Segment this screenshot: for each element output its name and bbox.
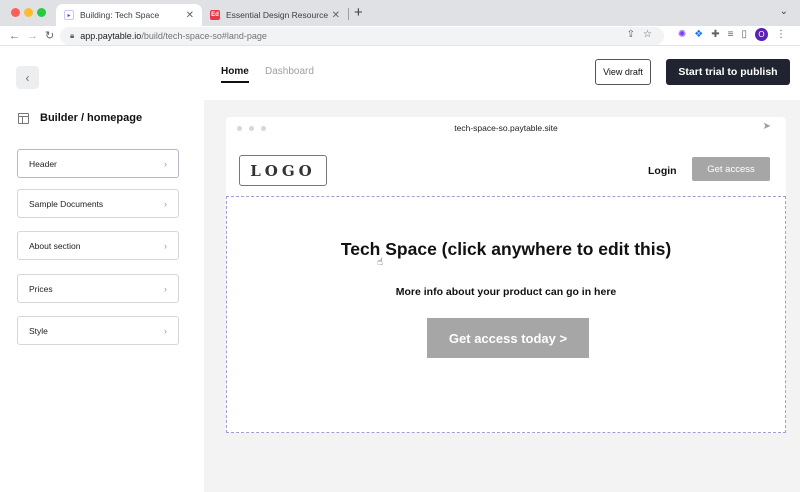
color-extension-icon[interactable]: ❖ [694, 29, 703, 40]
site-logo[interactable]: LOGO [239, 155, 327, 186]
builder-sidebar: Builder / homepage Header › Sample Docum… [0, 100, 204, 492]
tab-title: Building: Tech Space [80, 10, 160, 20]
hero-section[interactable]: Tech Space (click anywhere to edit this)… [226, 196, 786, 433]
tab-search-chevron-icon[interactable]: ⌄ [780, 6, 788, 17]
paytable-favicon-icon: ▸ [64, 10, 74, 20]
close-tab-icon[interactable]: ✕ [332, 10, 340, 21]
reading-list-icon[interactable]: ≡ [728, 29, 734, 40]
address-bar[interactable]: 🔒︎ app.paytable.io/build/tech-space-so#l… [60, 27, 664, 45]
profile-avatar[interactable]: O [755, 28, 768, 41]
sidebar-item-label: About section [29, 240, 81, 251]
tab-divider [348, 8, 349, 20]
chevron-right-icon: › [164, 158, 167, 169]
start-trial-button[interactable]: Start trial to publish [666, 59, 790, 85]
app-header: ‹ Home Dashboard View draft Start trial … [0, 46, 800, 100]
sidebar-item-label: Prices [29, 283, 53, 294]
chevron-right-icon: › [164, 198, 167, 209]
builder-title: Builder / homepage [18, 112, 142, 124]
close-window-button[interactable] [11, 8, 20, 17]
hero-title[interactable]: Tech Space (click anywhere to edit this) [227, 239, 785, 260]
browser-menu-icon[interactable]: ⋮ [776, 29, 786, 40]
bookmark-star-icon[interactable]: ☆ [643, 29, 652, 40]
sidebar-item-label: Sample Documents [29, 198, 104, 209]
new-tab-icon[interactable]: + [354, 5, 363, 21]
hero-subtitle[interactable]: More info about your product can go in h… [227, 286, 785, 298]
site-preview-frame: tech-space-so.paytable.site ➤ LOGO Login… [226, 117, 786, 433]
sidebar-item-label: Header [29, 158, 57, 169]
chevron-right-icon: › [164, 240, 167, 251]
sidebar-item-prices[interactable]: Prices › [17, 274, 179, 303]
hand-cursor-icon: ☝ [377, 257, 384, 268]
preview-url: tech-space-so.paytable.site [454, 123, 558, 133]
sidebar-item-sample-documents[interactable]: Sample Documents › [17, 189, 179, 218]
tab-home[interactable]: Home [221, 66, 249, 83]
minimize-window-button[interactable] [24, 8, 33, 17]
maximize-window-button[interactable] [37, 8, 46, 17]
tab-title: Essential Design Resources - S [226, 10, 328, 20]
forward-arrow-icon[interactable]: → [27, 28, 38, 44]
view-draft-button[interactable]: View draft [595, 59, 651, 85]
browser-tab-active[interactable]: ▸ Building: Tech Space ✕ [56, 4, 202, 26]
browser-toolbar: ← → ↻ 🔒︎ app.paytable.io/build/tech-spac… [0, 26, 800, 46]
lock-icon: 🔒︎ [70, 31, 75, 40]
back-arrow-icon[interactable]: ← [9, 28, 20, 44]
browser-tab-bar: ▸ Building: Tech Space ✕ Ed Essential De… [0, 0, 800, 26]
browser-tab[interactable]: Ed Essential Design Resources - S ✕ [202, 4, 348, 26]
site-navbar[interactable]: LOGO Login Get access [226, 152, 786, 196]
sidebar-item-header[interactable]: Header › [17, 149, 179, 178]
share-icon[interactable]: ⇪ [627, 29, 635, 40]
hero-cta-button[interactable]: Get access today > [427, 318, 589, 358]
ed-favicon-icon: Ed [210, 10, 220, 20]
puzzle-icon[interactable]: ✚ [711, 29, 719, 40]
close-tab-icon[interactable]: ✕ [186, 10, 194, 21]
site-login-link[interactable]: Login [648, 165, 677, 177]
chevron-right-icon: › [164, 283, 167, 294]
preview-window-bar: tech-space-so.paytable.site ➤ [226, 117, 786, 139]
builder-title-text: Builder / homepage [40, 112, 143, 124]
url-host: app.paytable.io [80, 31, 142, 41]
sidebar-item-label: Style [29, 325, 48, 336]
chevron-left-icon: ‹ [25, 70, 30, 85]
back-button[interactable]: ‹ [16, 66, 39, 89]
extension-icon[interactable]: ✺ [678, 29, 686, 40]
reload-icon[interactable]: ↻ [45, 28, 54, 44]
side-panel-icon[interactable]: ▯ [741, 29, 747, 40]
sidebar-item-style[interactable]: Style › [17, 316, 179, 345]
sidebar-item-about-section[interactable]: About section › [17, 231, 179, 260]
url-path: /build/tech-space-so#land-page [141, 31, 267, 41]
site-get-access-button[interactable]: Get access [692, 157, 770, 181]
layout-icon [18, 112, 29, 124]
tab-dashboard[interactable]: Dashboard [265, 66, 314, 77]
chevron-right-icon: › [164, 325, 167, 336]
send-icon[interactable]: ➤ [763, 121, 771, 132]
